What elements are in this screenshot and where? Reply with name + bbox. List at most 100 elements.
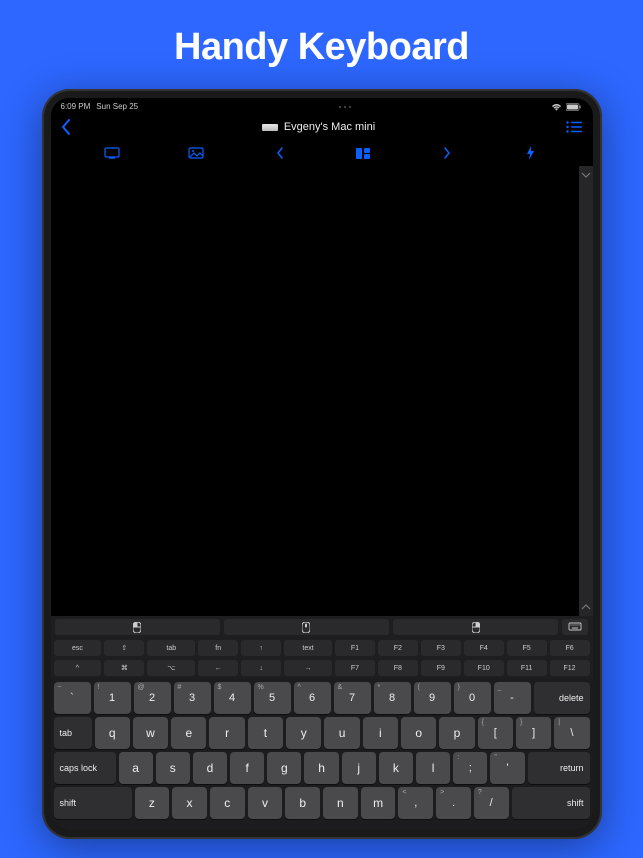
remote-screen[interactable] <box>51 166 579 616</box>
key-`[interactable]: ~` <box>54 682 91 714</box>
key-1[interactable]: !1 <box>94 682 131 714</box>
key-f6[interactable]: F6 <box>550 640 590 656</box>
key-f3[interactable]: F3 <box>421 640 461 656</box>
mouse-middle-button[interactable] <box>224 619 389 635</box>
key-c[interactable]: c <box>210 787 245 819</box>
key-x[interactable]: x <box>172 787 207 819</box>
scroll-panel[interactable] <box>579 166 593 616</box>
key-u[interactable]: u <box>324 717 359 749</box>
key--[interactable]: _- <box>494 682 531 714</box>
key-shift-mod[interactable]: ⇧ <box>104 640 144 656</box>
key-0[interactable]: )0 <box>454 682 491 714</box>
prev-button[interactable] <box>250 144 310 162</box>
key-t[interactable]: t <box>248 717 283 749</box>
number-row: ~`!1@2#3$4%5^6&7*8(9)0_-delete <box>54 682 590 714</box>
key-right-arrow[interactable]: → <box>284 660 332 676</box>
key-return[interactable]: return <box>528 752 590 784</box>
key-o[interactable]: o <box>401 717 436 749</box>
key-5[interactable]: %5 <box>254 682 291 714</box>
key-f8[interactable]: F8 <box>378 660 418 676</box>
key-up-arrow[interactable]: ↑ <box>241 640 281 656</box>
key-p[interactable]: p <box>439 717 474 749</box>
key-i[interactable]: i <box>363 717 398 749</box>
bolt-button[interactable] <box>501 144 561 162</box>
key-l[interactable]: l <box>416 752 450 784</box>
key-e[interactable]: e <box>171 717 206 749</box>
key-fn[interactable]: fn <box>198 640 238 656</box>
key-shift-left[interactable]: shift <box>54 787 132 819</box>
key-f5[interactable]: F5 <box>507 640 547 656</box>
hide-keyboard-button[interactable] <box>562 619 588 635</box>
key-j[interactable]: j <box>342 752 376 784</box>
status-right <box>551 103 582 111</box>
key-k[interactable]: k <box>379 752 413 784</box>
key-y[interactable]: y <box>286 717 321 749</box>
key-4[interactable]: $4 <box>214 682 251 714</box>
mac-mini-icon <box>262 124 278 131</box>
windows-button[interactable] <box>333 144 393 162</box>
key-r[interactable]: r <box>209 717 244 749</box>
key-g[interactable]: g <box>267 752 301 784</box>
chevron-up-icon[interactable] <box>581 604 591 610</box>
key-;[interactable]: :; <box>453 752 487 784</box>
wifi-icon <box>551 103 562 111</box>
key-cmd[interactable]: ⌘ <box>104 660 144 676</box>
key-3[interactable]: #3 <box>174 682 211 714</box>
hero-banner: Handy Keyboard <box>0 0 643 89</box>
key-'[interactable]: "' <box>490 752 524 784</box>
key-f7[interactable]: F7 <box>335 660 375 676</box>
key-delete[interactable]: delete <box>534 682 590 714</box>
key-7[interactable]: &7 <box>334 682 371 714</box>
key-v[interactable]: v <box>248 787 283 819</box>
key-w[interactable]: w <box>133 717 168 749</box>
key-h[interactable]: h <box>304 752 338 784</box>
key-f4[interactable]: F4 <box>464 640 504 656</box>
key-left-arrow[interactable]: ← <box>198 660 238 676</box>
key-m[interactable]: m <box>361 787 396 819</box>
key-][interactable]: }] <box>516 717 551 749</box>
key-f11[interactable]: F11 <box>507 660 547 676</box>
key-f[interactable]: f <box>230 752 264 784</box>
key-9[interactable]: (9 <box>414 682 451 714</box>
key-6[interactable]: ^6 <box>294 682 331 714</box>
key-ctrl[interactable]: ^ <box>54 660 102 676</box>
key-text[interactable]: text <box>284 640 332 656</box>
key-tab[interactable]: tab <box>54 717 92 749</box>
key-8[interactable]: *8 <box>374 682 411 714</box>
multitask-dots[interactable] <box>339 106 351 108</box>
key-s[interactable]: s <box>156 752 190 784</box>
key-f12[interactable]: F12 <box>550 660 590 676</box>
key-\[interactable]: |\ <box>554 717 589 749</box>
key-q[interactable]: q <box>95 717 130 749</box>
key-b[interactable]: b <box>285 787 320 819</box>
mouse-right-button[interactable] <box>393 619 558 635</box>
back-button[interactable] <box>61 119 71 135</box>
key-down-arrow[interactable]: ↓ <box>241 660 281 676</box>
key-capslock[interactable]: caps lock <box>54 752 116 784</box>
q-row: tabqwertyuiop{[}]|\ <box>54 717 590 749</box>
list-button[interactable] <box>566 121 582 133</box>
key-n[interactable]: n <box>323 787 358 819</box>
key-f10[interactable]: F10 <box>464 660 504 676</box>
key-d[interactable]: d <box>193 752 227 784</box>
key-,[interactable]: <, <box>398 787 433 819</box>
key-/[interactable]: ?/ <box>474 787 509 819</box>
key-f1[interactable]: F1 <box>335 640 375 656</box>
key-z[interactable]: z <box>135 787 170 819</box>
photo-button[interactable] <box>166 144 226 162</box>
key-[[interactable]: {[ <box>478 717 513 749</box>
display-button[interactable] <box>82 144 142 162</box>
chevron-down-icon[interactable] <box>581 172 591 178</box>
key-shift-right[interactable]: shift <box>512 787 590 819</box>
fn-row-2: ^ ⌘ ⌥ ← ↓ → F7 F8 F9 F10 F11 F12 <box>51 658 593 678</box>
key-opt[interactable]: ⌥ <box>147 660 195 676</box>
mouse-left-button[interactable] <box>55 619 220 635</box>
key-f2[interactable]: F2 <box>378 640 418 656</box>
key-.[interactable]: >. <box>436 787 471 819</box>
key-a[interactable]: a <box>119 752 153 784</box>
key-tab-mod[interactable]: tab <box>147 640 195 656</box>
key-2[interactable]: @2 <box>134 682 171 714</box>
next-button[interactable] <box>417 144 477 162</box>
key-esc[interactable]: esc <box>54 640 102 656</box>
key-f9[interactable]: F9 <box>421 660 461 676</box>
